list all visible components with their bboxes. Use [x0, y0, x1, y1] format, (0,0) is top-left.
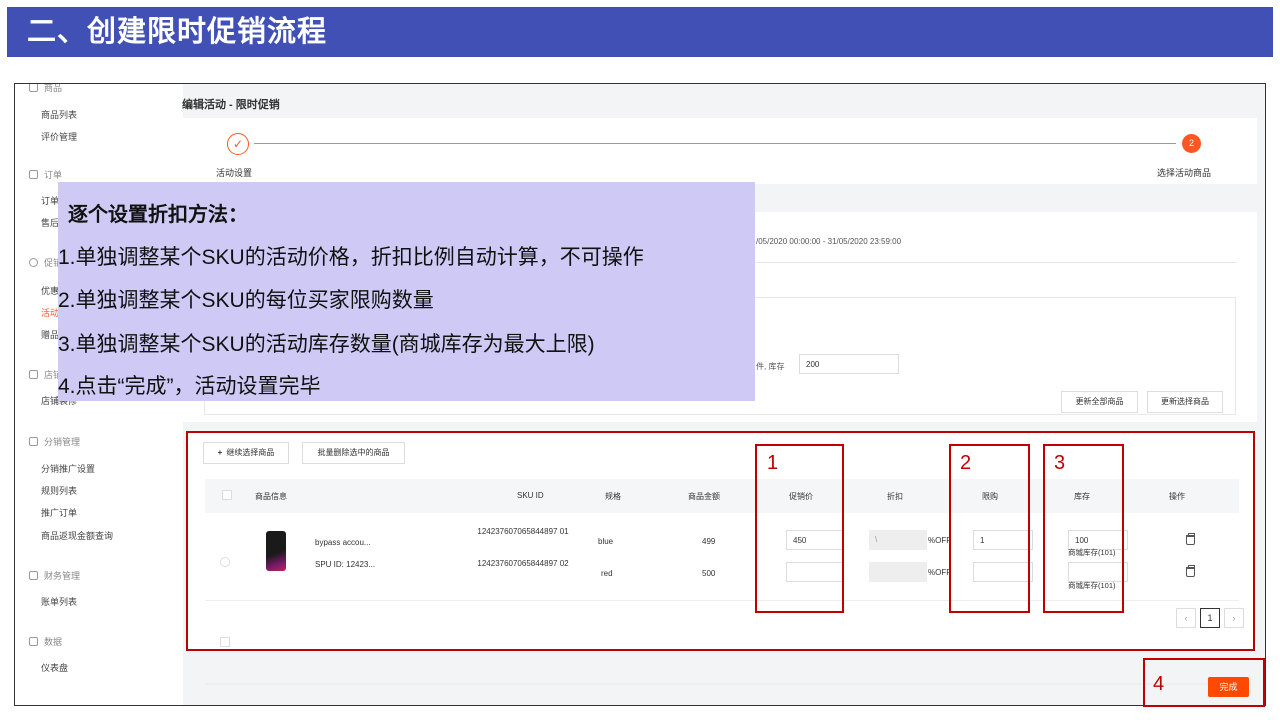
callout-line-1: 1.单独调整某个SKU的活动价格，折扣比例自动计算，不可操作 — [58, 246, 644, 269]
sidebar-header-orders[interactable]: 订单 — [29, 168, 62, 181]
grid-icon — [29, 437, 38, 446]
sidebar-item-rule-list[interactable]: 规则列表 — [41, 484, 77, 497]
clipboard-icon — [29, 170, 38, 179]
box-icon — [29, 84, 38, 92]
batch-stock-input[interactable]: 200 — [799, 354, 899, 374]
sidebar-header-label: 商品 — [44, 83, 63, 93]
annotation-number-4: 4 — [1153, 673, 1165, 695]
done-button[interactable]: 完成 — [1208, 677, 1249, 697]
step-2-label[interactable]: 选择活动商品 — [1157, 166, 1211, 179]
sidebar-item-bill-list[interactable]: 账单列表 — [41, 595, 77, 608]
sidebar-item-distribution-settings[interactable]: 分销推广设置 — [41, 462, 95, 475]
sidebar-item-activities[interactable]: 活动 — [41, 306, 59, 319]
sidebar-item-reviews[interactable]: 评价管理 — [41, 130, 77, 143]
check-icon[interactable]: ✓ — [227, 133, 249, 155]
sidebar-item-cashback-query[interactable]: 商品返现金额查询 — [41, 529, 113, 542]
callout-line-4: 4.点击“完成”，活动设置完毕 — [58, 375, 321, 398]
tag-icon — [29, 258, 38, 267]
annotation-number-2: 2 — [960, 452, 972, 474]
sidebar-header-label: 分销管理 — [44, 437, 81, 447]
chart-icon — [29, 637, 38, 646]
sidebar-header-label: 订单 — [44, 170, 63, 180]
activity-date-range: /05/2020 00:00:00 - 31/05/2020 23:59:00 — [756, 237, 902, 246]
sidebar-header-label: 财务管理 — [44, 571, 81, 581]
instruction-callout: 逐个设置折扣方法： 1.单独调整某个SKU的活动价格，折扣比例自动计算，不可操作… — [58, 182, 755, 401]
wallet-icon — [29, 571, 38, 580]
sidebar-item-promo-orders[interactable]: 推广订单 — [41, 506, 77, 519]
stock-label: 件, 库存 — [756, 362, 785, 371]
sidebar-header-data[interactable]: 数据 — [29, 635, 62, 648]
sidebar-item-dashboard[interactable]: 仪表盘 — [41, 661, 68, 674]
sidebar-item-order-list[interactable]: 订单 — [41, 194, 59, 207]
sidebar-header-goods[interactable]: 商品 — [29, 83, 63, 94]
page-title: 编辑活动 - 限时促销 — [182, 99, 280, 111]
sidebar-item-after-sales[interactable]: 售后 — [41, 216, 59, 229]
sidebar-item-coupons[interactable]: 优惠 — [41, 284, 59, 297]
divider — [756, 262, 1236, 263]
sidebar-item-gifts[interactable]: 赠品 — [41, 328, 59, 341]
step-1-label[interactable]: 活动设置 — [216, 166, 252, 179]
step-indicator: ✓ 2 活动设置 选择活动商品 — [182, 118, 1257, 184]
sidebar-header-label: 数据 — [44, 637, 63, 647]
grid-icon — [29, 370, 38, 379]
step-progress-line — [254, 143, 1176, 144]
update-selected-products-button[interactable]: 更新选择商品 — [1147, 391, 1223, 413]
sidebar-item-product-list[interactable]: 商品列表 — [41, 108, 77, 121]
slide-title-banner: 二、创建限时促销流程 — [7, 7, 1273, 57]
sidebar-header-distribution[interactable]: 分销管理 — [29, 435, 80, 448]
callout-line-3: 3.单独调整某个SKU的活动库存数量(商城库存为最大上限) — [58, 333, 595, 356]
annotation-number-1: 1 — [767, 452, 779, 474]
callout-line-2: 2.单独调整某个SKU的每位买家限购数量 — [58, 289, 434, 312]
annotation-number-3: 3 — [1054, 452, 1066, 474]
sidebar-header-finance[interactable]: 财务管理 — [29, 569, 80, 582]
callout-title: 逐个设置折扣方法： — [68, 204, 248, 226]
update-all-products-button[interactable]: 更新全部商品 — [1061, 391, 1138, 413]
step-2-number[interactable]: 2 — [1182, 134, 1201, 153]
